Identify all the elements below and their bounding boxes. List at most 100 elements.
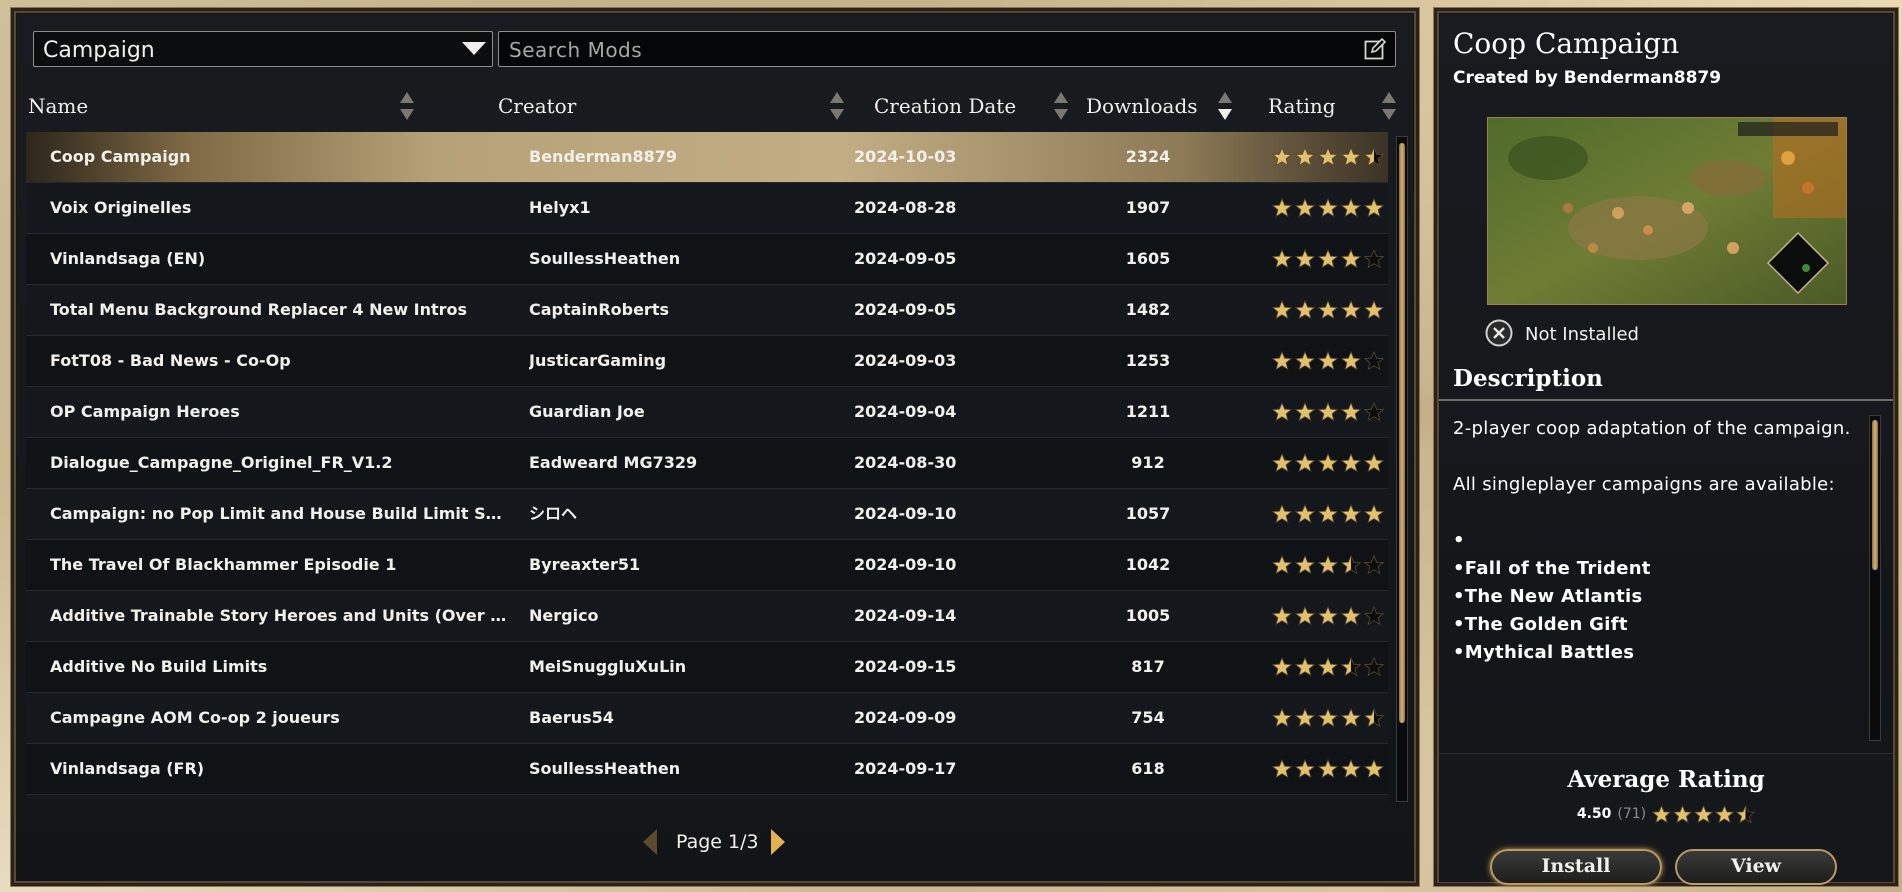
description-header: Description (1439, 359, 1893, 401)
table-row[interactable]: The Travel Of Blackhammer Episodie 1 Byre… (26, 540, 1388, 591)
mod-creator-cell: シロヘ (529, 504, 578, 523)
table-row[interactable]: Total Menu Background Replacer 4 New Int… (26, 285, 1388, 336)
star-full-icon (1272, 759, 1292, 779)
description-line (1453, 499, 1853, 527)
star-full-icon (1341, 402, 1361, 422)
star-full-icon (1341, 249, 1361, 269)
description-scrollbar[interactable] (1869, 415, 1881, 741)
star-full-icon (1341, 504, 1361, 524)
star-full-icon (1272, 708, 1292, 728)
mod-title: Coop Campaign (1453, 27, 1680, 60)
column-header-rating[interactable]: Rating (1268, 87, 1398, 125)
description-line: All singleplayer campaigns are available… (1453, 474, 1835, 495)
mod-name: Campagne AOM Co-op 2 joueurs (50, 708, 340, 727)
page-indicator: Page 1/3 (676, 831, 759, 853)
table-row[interactable]: Additive No Build Limits MeiSnuggluXuLin 2… (26, 642, 1388, 693)
creation-date: 2024-08-30 (854, 453, 957, 472)
list-scrollbar[interactable] (1396, 136, 1408, 802)
star-full-icon (1318, 147, 1338, 167)
star-full-icon (1364, 504, 1384, 524)
mod-browser-panel: Campaign Name Creator Creation Date Down… (14, 11, 1416, 883)
description-line (1453, 443, 1853, 471)
column-header-downloads[interactable]: Downloads (1086, 87, 1246, 125)
rating-stars (1272, 642, 1384, 692)
table-row[interactable]: Additive Trainable Story Heroes and Unit… (26, 591, 1388, 642)
mod-name: The Travel Of Blackhammer Episodie 1 (50, 555, 397, 574)
rating-stars (1272, 540, 1384, 590)
download-count: 1482 (1125, 300, 1171, 319)
star-full-icon (1295, 708, 1315, 728)
edit-icon[interactable] (1364, 38, 1386, 60)
star-full-icon (1364, 453, 1384, 473)
table-row[interactable]: OP Campaign Heroes Guardian Joe 2024-09-04… (26, 387, 1388, 438)
mod-name (50, 795, 510, 802)
star-full-icon (1673, 804, 1693, 824)
table-row[interactable]: Campagne AOM Co-op 2 joueurs Baerus54 2024… (26, 693, 1388, 744)
description-line: • (1453, 530, 1465, 551)
star-full-icon (1364, 198, 1384, 218)
mod-name: Additive Trainable Story Heroes and Unit… (50, 606, 510, 625)
star-empty-icon (1364, 606, 1384, 626)
list-scrollbar-thumb[interactable] (1399, 143, 1405, 723)
download-count: 754 (1131, 708, 1165, 727)
star-half-icon (1341, 657, 1361, 677)
category-dropdown[interactable]: Campaign (33, 31, 493, 67)
creation-date: 2024-09-14 (854, 606, 957, 625)
mod-name: Voix Originelles (50, 198, 192, 217)
star-full-icon (1318, 351, 1338, 371)
mod-creator-cell: JusticarGaming (529, 351, 667, 370)
star-full-icon (1715, 804, 1735, 824)
star-full-icon (1341, 606, 1361, 626)
creation-date: 2024-09-05 (854, 249, 957, 268)
download-count: 618 (1131, 759, 1165, 778)
column-header-creation-date[interactable]: Creation Date (874, 87, 1084, 125)
description-scrollbar-thumb[interactable] (1872, 420, 1878, 570)
column-header-name[interactable]: Name (28, 87, 414, 125)
table-row[interactable]: Vinlandsaga (EN) SoullessHeathen 2024-09-0… (26, 234, 1388, 285)
star-full-icon (1364, 300, 1384, 320)
table-header: Name Creator Creation Date Downloads Rat… (16, 87, 1396, 125)
sort-icon (1382, 92, 1396, 120)
star-full-icon (1272, 606, 1292, 626)
description-text: 2-player coop adaptation of the campaign… (1453, 415, 1853, 743)
table-row[interactable]: Vinlandsaga (FR) SoullessHeathen 2024-09-1… (26, 744, 1388, 795)
star-full-icon (1341, 708, 1361, 728)
creation-date: 2024-09-10 (854, 504, 957, 523)
table-row[interactable]: Dialogue_Campagne_Originel_FR_V1.2 Eadwea… (26, 438, 1388, 489)
mod-details-panel: Coop Campaign Created by Benderman8879 N… (1437, 11, 1895, 885)
star-full-icon (1272, 147, 1292, 167)
table-row[interactable]: FotT08 - Bad News - Co-Op JusticarGaming 2… (26, 336, 1388, 387)
download-count: 912 (1131, 453, 1165, 472)
table-row[interactable]: Voix Originelles Helyx1 2024-08-28 1907 (26, 183, 1388, 234)
search-input[interactable] (507, 36, 1331, 64)
rating-stars (1272, 183, 1384, 233)
star-empty-icon (1364, 249, 1384, 269)
table-row[interactable] (26, 795, 1388, 802)
download-count: 1605 (1125, 249, 1171, 268)
star-full-icon (1341, 759, 1361, 779)
rating-stars (1272, 438, 1384, 488)
star-full-icon (1295, 453, 1315, 473)
star-half-icon (1364, 147, 1384, 167)
table-row[interactable]: Coop Campaign Benderman8879 2024-10-03 2324 (26, 132, 1388, 183)
star-full-icon (1318, 402, 1338, 422)
install-status: Not Installed (1525, 324, 1639, 345)
view-button[interactable]: View (1675, 849, 1837, 885)
description-line: •Fall of the Trident (1453, 558, 1651, 579)
creation-date: 2024-09-09 (854, 708, 957, 727)
rating-stars (1272, 234, 1384, 284)
star-full-icon (1272, 504, 1292, 524)
install-button[interactable]: Install (1490, 849, 1662, 885)
table-row[interactable]: Campaign: no Pop Limit and House Build L… (26, 489, 1388, 540)
rating-count: (71) (1617, 806, 1647, 822)
next-page-icon[interactable] (771, 829, 785, 855)
mod-name: Additive No Build Limits (50, 657, 268, 676)
mod-creator-cell: Baerus54 (529, 708, 614, 727)
star-full-icon (1318, 504, 1338, 524)
prev-page-icon[interactable] (643, 829, 657, 855)
mod-name: Vinlandsaga (FR) (50, 759, 205, 778)
mod-list: Coop Campaign Benderman8879 2024-10-03 2324… (26, 132, 1388, 802)
column-header-creator[interactable]: Creator (498, 87, 844, 125)
mod-name: OP Campaign Heroes (50, 402, 240, 421)
creation-date: 2024-09-04 (854, 402, 957, 421)
